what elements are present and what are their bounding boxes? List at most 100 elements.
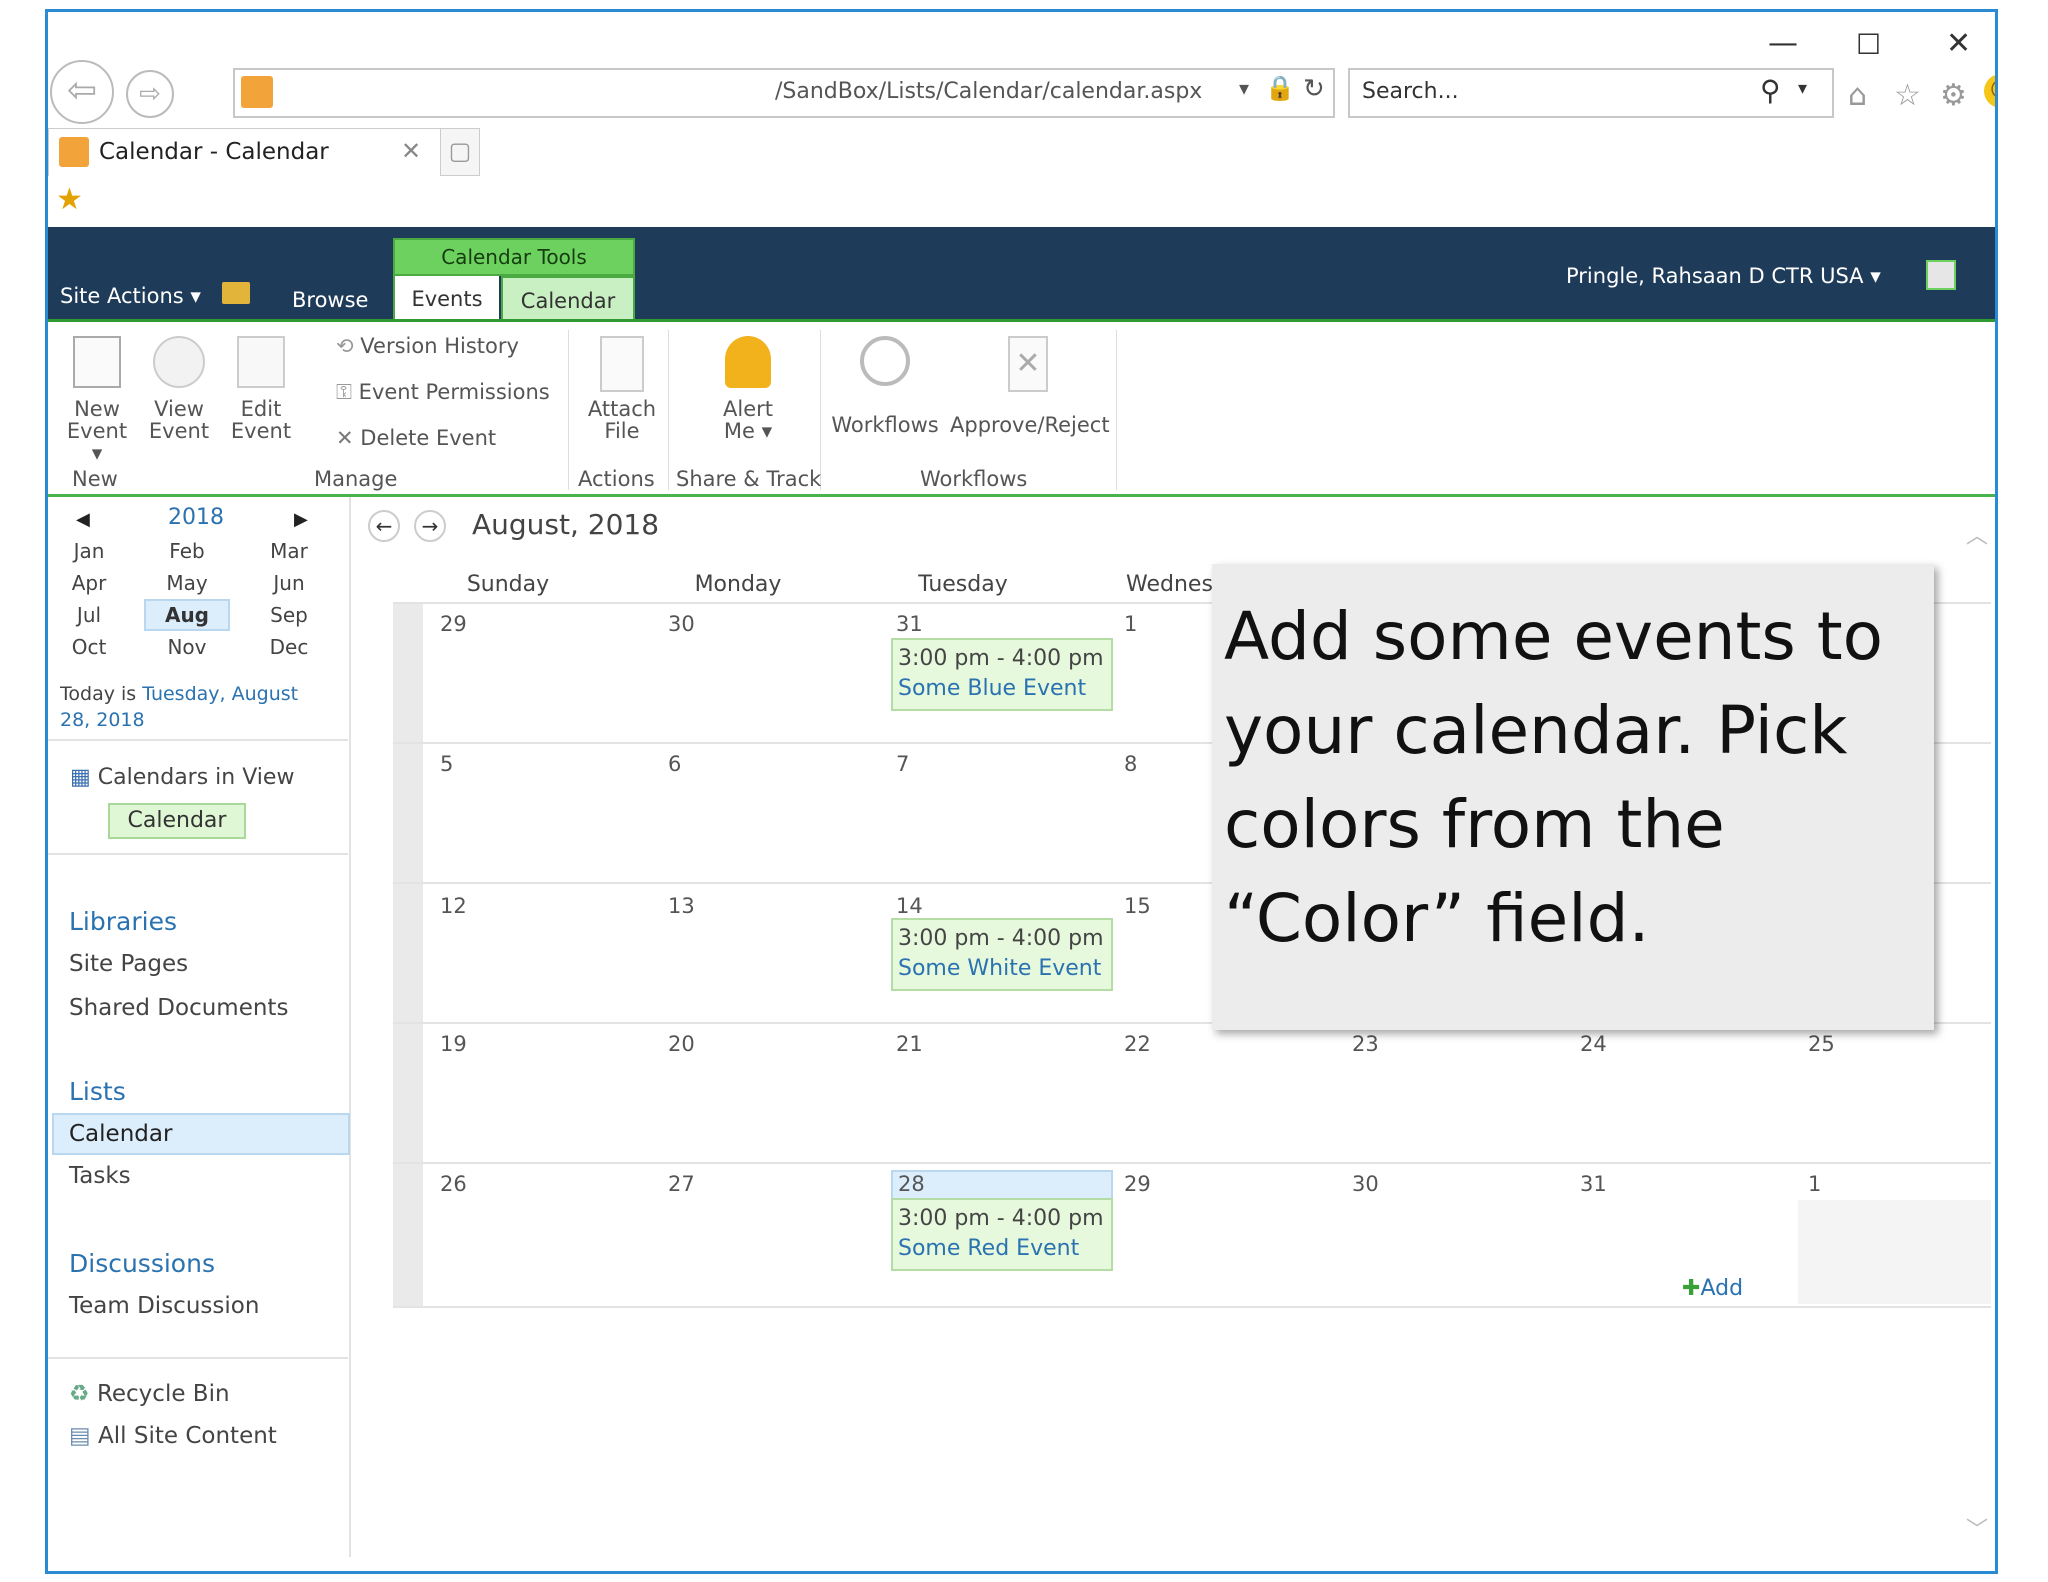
close-icon[interactable]: ✕ — [1946, 26, 1971, 61]
maximize-icon[interactable]: ☐ — [1856, 28, 1881, 61]
user-menu[interactable]: Pringle, Rahsaan D CTR USA ▾ — [1566, 264, 1881, 288]
delete-event-button[interactable]: ✕ Delete Event — [336, 426, 496, 450]
navigate-up-icon[interactable] — [222, 282, 250, 304]
day-number[interactable]: 29 — [440, 612, 467, 636]
back-icon[interactable]: ⇦ — [50, 60, 114, 124]
day-number[interactable]: 26 — [440, 1172, 467, 1196]
nav-site-pages[interactable]: Site Pages — [69, 951, 188, 977]
day-number[interactable]: 22 — [1124, 1032, 1151, 1056]
new-event-button[interactable]: New Event ▾ — [62, 336, 132, 464]
calendar-event[interactable]: 3:00 pm - 4:00 pm Some Red Event — [891, 1198, 1113, 1271]
nav-discussions[interactable]: Discussions — [69, 1249, 215, 1278]
workflows-button[interactable]: Workflows — [830, 336, 940, 436]
day-number[interactable]: 21 — [896, 1032, 923, 1056]
favorites-star-icon[interactable]: ☆ — [1894, 78, 1921, 113]
user-sync-icon[interactable] — [1926, 260, 1956, 290]
forward-icon[interactable]: ⇨ — [126, 70, 174, 118]
attach-file-button[interactable]: Attach File — [582, 336, 662, 442]
nav-shared-documents[interactable]: Shared Documents — [69, 995, 288, 1021]
event-title[interactable]: Some White Event — [898, 954, 1106, 984]
day-number[interactable]: 6 — [668, 752, 681, 776]
day-number[interactable]: 30 — [1352, 1172, 1379, 1196]
scroll-up-icon[interactable]: ︿ — [1966, 518, 1988, 550]
day-number[interactable]: 29 — [1124, 1172, 1151, 1196]
day-number[interactable]: 12 — [440, 894, 467, 918]
month-jul[interactable]: Jul — [56, 603, 122, 627]
nav-tasks[interactable]: Tasks — [69, 1163, 131, 1189]
month-aug[interactable]: Aug — [144, 599, 230, 631]
month-apr[interactable]: Apr — [56, 571, 122, 595]
nav-recycle-bin[interactable]: ♻ Recycle Bin — [69, 1381, 230, 1407]
refresh-icon[interactable]: ↻ — [1303, 74, 1325, 104]
day-number-today[interactable]: 28 — [898, 1172, 925, 1196]
day-number[interactable]: 15 — [1124, 894, 1151, 918]
add-event-link[interactable]: ✚Add — [1682, 1276, 1743, 1301]
tab-events[interactable]: Events — [393, 276, 499, 322]
day-number[interactable]: 5 — [440, 752, 453, 776]
day-number[interactable]: 19 — [440, 1032, 467, 1056]
dropdown-icon[interactable]: ▾ — [1239, 76, 1249, 100]
site-actions-menu[interactable]: Site Actions ▾ — [60, 284, 201, 308]
month-may[interactable]: May — [154, 571, 220, 595]
today-value-2[interactable]: 28, 2018 — [60, 709, 145, 731]
calendar-event[interactable]: 3:00 pm - 4:00 pm Some White Event — [891, 918, 1113, 991]
day-number[interactable]: 7 — [896, 752, 909, 776]
month-jan[interactable]: Jan — [56, 539, 122, 563]
month-sep[interactable]: Sep — [256, 603, 322, 627]
event-title[interactable]: Some Blue Event — [898, 674, 1106, 704]
day-number[interactable]: 30 — [668, 612, 695, 636]
today-value[interactable]: Tuesday, August — [142, 683, 298, 705]
version-history-button[interactable]: ⟲ Version History — [336, 334, 519, 358]
month-jun[interactable]: Jun — [256, 571, 322, 595]
alert-me-button[interactable]: Alert Me ▾ — [708, 336, 788, 442]
next-month-icon[interactable]: → — [414, 510, 446, 542]
day-number[interactable]: 1 — [1124, 612, 1137, 636]
search-icon[interactable]: ⚲ — [1760, 74, 1781, 107]
day-number[interactable]: 27 — [668, 1172, 695, 1196]
tab-close-icon[interactable]: ✕ — [401, 137, 421, 165]
tab-calendar[interactable]: Calendar — [501, 276, 635, 322]
day-number[interactable]: 13 — [668, 894, 695, 918]
day-number[interactable]: 8 — [1124, 752, 1137, 776]
smiley-feedback-icon[interactable]: ☺ — [1984, 74, 1995, 108]
approve-reject-button[interactable]: ✕ Approve/Reject — [950, 336, 1110, 436]
browse-tab[interactable]: Browse — [292, 288, 368, 312]
calendar-in-view-item[interactable]: Calendar — [108, 803, 246, 839]
nav-calendar-selected[interactable]: Calendar — [52, 1113, 350, 1155]
nav-libraries[interactable]: Libraries — [69, 907, 177, 936]
month-mar[interactable]: Mar — [256, 539, 322, 563]
day-number[interactable]: 23 — [1352, 1032, 1379, 1056]
search-input[interactable]: Search... ⚲ ▾ — [1348, 68, 1834, 118]
view-event-button[interactable]: View Event — [144, 336, 214, 442]
day-number[interactable]: 31 — [896, 612, 923, 636]
day-number[interactable]: 1 — [1808, 1172, 1821, 1196]
month-oct[interactable]: Oct — [56, 635, 122, 659]
search-dropdown-icon[interactable]: ▾ — [1798, 78, 1807, 99]
scroll-down-icon[interactable]: ﹀ — [1966, 1512, 1988, 1544]
prev-year-icon[interactable]: ◀ — [76, 509, 90, 530]
month-feb[interactable]: Feb — [154, 539, 220, 563]
address-bar[interactable]: /SandBox/Lists/Calendar/calendar.aspx ▾ … — [233, 68, 1335, 118]
favorites-bar-star-icon[interactable]: ★ — [56, 182, 83, 217]
event-title[interactable]: Some Red Event — [898, 1234, 1106, 1264]
calendar-event[interactable]: 3:00 pm - 4:00 pm Some Blue Event — [891, 638, 1113, 711]
prev-month-icon[interactable]: ← — [368, 510, 400, 542]
month-dec[interactable]: Dec — [256, 635, 322, 659]
edit-event-button[interactable]: Edit Event — [226, 336, 296, 442]
home-icon[interactable]: ⌂ — [1848, 78, 1867, 113]
day-number[interactable]: 20 — [668, 1032, 695, 1056]
day-number[interactable]: 14 — [896, 894, 923, 918]
nav-team-discussion[interactable]: Team Discussion — [69, 1293, 259, 1319]
browser-tab[interactable]: Calendar - Calendar ✕ — [48, 128, 468, 176]
event-permissions-button[interactable]: ⚿ Event Permissions — [336, 380, 550, 405]
minimize-icon[interactable]: — — [1768, 26, 1798, 61]
next-year-icon[interactable]: ▶ — [294, 509, 308, 530]
nav-lists[interactable]: Lists — [69, 1077, 126, 1106]
day-number[interactable]: 25 — [1808, 1032, 1835, 1056]
day-number[interactable]: 24 — [1580, 1032, 1607, 1056]
day-number[interactable]: 31 — [1580, 1172, 1607, 1196]
nav-all-site-content[interactable]: ▤ All Site Content — [69, 1423, 277, 1449]
month-nov[interactable]: Nov — [154, 635, 220, 659]
settings-gear-icon[interactable]: ⚙ — [1940, 78, 1967, 113]
new-tab-icon[interactable]: ▢ — [440, 128, 480, 176]
